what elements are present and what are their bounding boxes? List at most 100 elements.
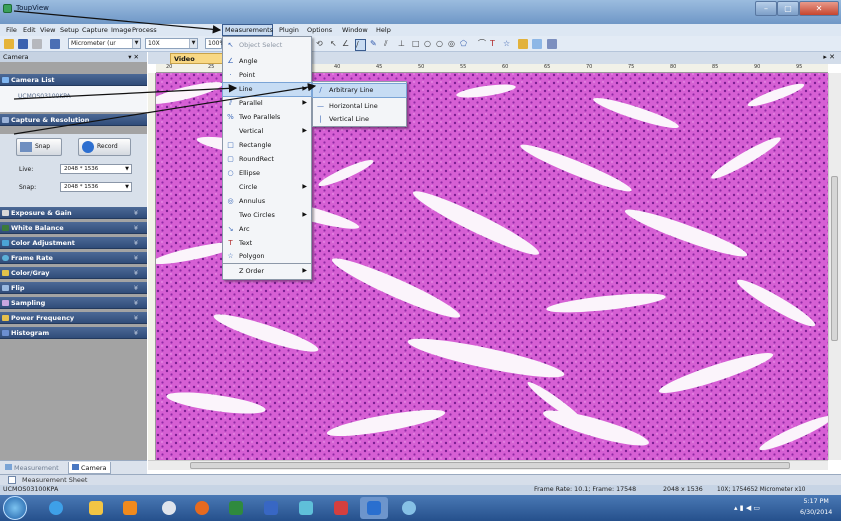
tab-video[interactable]: Video [UCMOS	[170, 53, 227, 73]
arc-tool-icon[interactable]: ⌒	[478, 39, 486, 49]
grid-icon[interactable]	[532, 39, 542, 49]
horizontal-line-icon: —	[317, 102, 324, 110]
start-button[interactable]	[3, 496, 27, 520]
pencil-icon[interactable]: ✎	[370, 39, 377, 49]
menu-item-arc[interactable]: ↘ Arc	[223, 223, 311, 236]
histogram-header[interactable]: Histogram ¥	[0, 327, 147, 339]
ie-taskbar-icon[interactable]	[42, 497, 70, 519]
explorer-taskbar-icon[interactable]	[82, 497, 110, 519]
camera-icon[interactable]	[50, 39, 60, 49]
text-tool-icon[interactable]: T	[490, 39, 495, 49]
magnification-combo[interactable]: 10X ▼	[145, 38, 198, 49]
white-balance-header[interactable]: White Balance ¥	[0, 222, 147, 234]
angle-tool-icon[interactable]: ∠	[342, 39, 349, 49]
menu-view[interactable]: View	[38, 24, 57, 36]
menu-item-point[interactable]: · Point	[223, 69, 311, 82]
menu-plugin[interactable]: Plugin	[277, 24, 301, 36]
camera-list-item[interactable]: UCMOS03100KPA	[18, 93, 71, 100]
save-icon[interactable]	[18, 39, 28, 49]
menu-item-parallel[interactable]: ⫽ Parallel ▶	[223, 97, 311, 110]
menu-item-vertical-line[interactable]: | Vertical Line	[313, 113, 406, 126]
flip-header[interactable]: Flip ¥	[0, 282, 147, 294]
tab-measurement[interactable]: Measurement	[2, 462, 62, 474]
menu-item-roundrect[interactable]: ▢ RoundRect	[223, 153, 311, 166]
menu-item-z-order[interactable]: Z Order ▶	[223, 265, 311, 278]
polygon-tool-icon[interactable]: ⬠	[460, 39, 467, 49]
menu-item-two-circles[interactable]: Two Circles ▶	[223, 209, 311, 222]
live-resolution-select[interactable]: 2048 * 1536 ▼	[60, 164, 132, 174]
menu-setup[interactable]: Setup	[58, 24, 81, 36]
excel-taskbar-icon[interactable]	[222, 497, 250, 519]
minimize-button[interactable]: –	[755, 1, 777, 16]
system-clock[interactable]: 5:17 PM 6/30/2014	[800, 496, 832, 518]
measurement-sheet-tab[interactable]: Measurement Sheet	[22, 476, 87, 484]
menu-item-ellipse[interactable]: ○ Ellipse	[223, 167, 311, 180]
export-icon[interactable]	[547, 39, 557, 49]
snap-resolution-select[interactable]: 2048 * 1536 ▼	[60, 182, 132, 192]
menu-process[interactable]: Process	[130, 24, 159, 36]
menu-item-object-select[interactable]: ↖ Object Select	[223, 39, 311, 52]
menu-item-annulus[interactable]: ◎ Annulus	[223, 195, 311, 208]
app-taskbar-icon[interactable]	[292, 497, 320, 519]
menu-item-angle[interactable]: ∠ Angle	[223, 55, 311, 68]
rectangle-tool-icon[interactable]: □	[412, 39, 420, 49]
tray-icons[interactable]: ▴ ▮ ◀ ▭	[734, 504, 760, 512]
line-tool-icon[interactable]: /	[355, 39, 366, 51]
menu-help[interactable]: Help	[374, 24, 393, 36]
snap-button[interactable]: Snap	[16, 138, 62, 156]
zoom-combo[interactable]: 100%	[205, 38, 225, 49]
undo-icon[interactable]: ⟲	[316, 39, 323, 49]
vertical-scroll-thumb[interactable]	[831, 176, 838, 341]
menu-item-arbitrary-line[interactable]: / Arbitrary Line	[312, 83, 407, 98]
menu-item-text[interactable]: T Text	[223, 237, 311, 250]
open-icon[interactable]	[4, 39, 14, 49]
firefox-taskbar-icon[interactable]	[188, 497, 216, 519]
perpendicular-tool-icon[interactable]: ⊥	[398, 39, 405, 49]
chevron-down-icon: ▼	[125, 184, 129, 190]
word-taskbar-icon[interactable]	[257, 497, 285, 519]
menu-item-horizontal-line[interactable]: — Horizontal Line	[313, 100, 406, 113]
calibrate-icon[interactable]	[518, 39, 528, 49]
menu-item-polygon[interactable]: ☆ Polygon	[223, 250, 311, 263]
menu-item-two-parallels[interactable]: % Two Parallels	[223, 111, 311, 124]
circle-tool-icon[interactable]: ○	[436, 39, 443, 49]
media-taskbar-icon[interactable]	[116, 497, 144, 519]
menu-edit[interactable]: Edit	[21, 24, 38, 36]
ellipse-tool-icon[interactable]: ○	[424, 39, 431, 49]
exposure-gain-header[interactable]: Exposure & Gain ¥	[0, 207, 147, 219]
capture-resolution-header[interactable]: Capture & Resolution	[0, 114, 147, 126]
menu-item-line[interactable]: / Line ▶	[222, 82, 312, 97]
menu-item-vertical[interactable]: Vertical ▶	[223, 125, 311, 138]
chrome-taskbar-icon[interactable]	[155, 497, 183, 519]
menu-capture[interactable]: Capture	[80, 24, 110, 36]
select-tool-icon[interactable]: ↖	[330, 39, 337, 49]
menu-window[interactable]: Window	[340, 24, 370, 36]
power-frequency-header[interactable]: Power Frequency ¥	[0, 312, 147, 324]
menu-options[interactable]: Options	[305, 24, 334, 36]
menu-measurements[interactable]: Measurements	[222, 24, 273, 36]
unit-combo[interactable]: Micrometer (ur ▼	[68, 38, 141, 49]
sampling-header[interactable]: Sampling ¥	[0, 297, 147, 309]
toupview-taskbar-icon[interactable]	[360, 497, 388, 519]
color-gray-header[interactable]: Color/Gray ¥	[0, 267, 147, 279]
print-icon[interactable]	[32, 39, 42, 49]
camera-list-header[interactable]: Camera List	[0, 74, 147, 86]
menu-file[interactable]: File	[4, 24, 19, 36]
star-tool-icon[interactable]: ☆	[503, 39, 510, 49]
frame-rate-header[interactable]: Frame Rate ¥	[0, 252, 147, 264]
menu-item-circle[interactable]: Circle ▶	[223, 181, 311, 194]
maximize-button[interactable]: ▢	[777, 1, 799, 16]
settings-taskbar-icon[interactable]	[395, 497, 423, 519]
annulus-tool-icon[interactable]: ◎	[448, 39, 455, 49]
color-adjustment-header[interactable]: Color Adjustment ¥	[0, 237, 147, 249]
record-button[interactable]: Record	[78, 138, 131, 156]
panel-pin-close-icon[interactable]: ▾ ✕	[128, 52, 139, 62]
menu-item-rectangle[interactable]: □ Rectangle	[223, 139, 311, 152]
parallel-tool-icon[interactable]: ⫽	[384, 39, 388, 49]
document-close-icon[interactable]: ▸ ✕	[823, 53, 835, 61]
close-button[interactable]: ✕	[799, 1, 839, 16]
toolbar: Micrometer (ur ▼ 10X ▼ 100% ⟲ ↖ ∠ / ✎ ⫽ ⊥ …	[0, 36, 841, 52]
tab-camera[interactable]: Camera	[68, 462, 111, 474]
game-taskbar-icon[interactable]	[327, 497, 355, 519]
horizontal-scroll-thumb[interactable]	[190, 462, 790, 469]
